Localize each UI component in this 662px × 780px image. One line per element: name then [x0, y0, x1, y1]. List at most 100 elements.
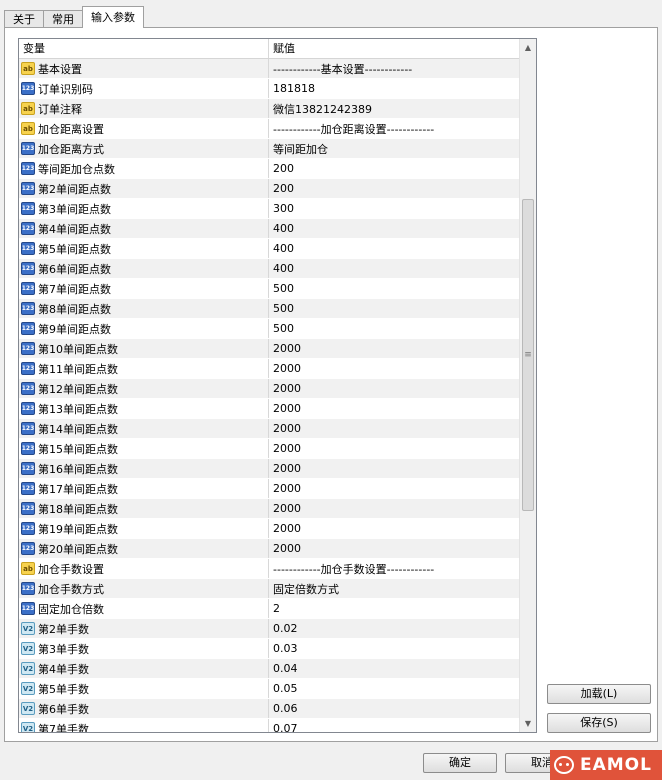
integer-type-icon: 123 [21, 582, 35, 595]
param-value-cell[interactable]: 200 [269, 179, 519, 198]
param-value-cell[interactable]: 0.02 [269, 619, 519, 638]
table-row[interactable]: 123 第12单间距点数 2000 [19, 379, 519, 399]
table-row[interactable]: 123 第10单间距点数 2000 [19, 339, 519, 359]
table-row[interactable]: 123 第5单间距点数 400 [19, 239, 519, 259]
double-type-icon: V2 [21, 702, 35, 715]
param-value-cell[interactable]: 0.04 [269, 659, 519, 678]
header-variable[interactable]: 变量 [19, 39, 269, 58]
ok-button[interactable]: 确定 [423, 753, 497, 773]
param-value-cell[interactable]: 0.07 [269, 719, 519, 732]
table-row[interactable]: 123 第14单间距点数 2000 [19, 419, 519, 439]
table-row[interactable]: ab 基本设置 ------------基本设置------------ [19, 59, 519, 79]
table-row[interactable]: ab 加仓手数设置 ------------加仓手数设置------------ [19, 559, 519, 579]
param-value-cell[interactable]: 0.06 [269, 699, 519, 718]
param-name: 第7单手数 [38, 722, 89, 733]
param-value-cell[interactable]: 400 [269, 239, 519, 258]
table-row[interactable]: V2 第2单手数 0.02 [19, 619, 519, 639]
tab-input-params[interactable]: 输入参数 [82, 6, 144, 28]
table-row[interactable]: 123 等间距加仓点数 200 [19, 159, 519, 179]
table-row[interactable]: V2 第6单手数 0.06 [19, 699, 519, 719]
param-value-cell[interactable]: 2000 [269, 359, 519, 378]
param-name: 第4单手数 [38, 662, 89, 676]
double-type-icon: V2 [21, 722, 35, 732]
integer-type-icon: 123 [21, 342, 35, 355]
param-name: 加仓手数方式 [38, 582, 104, 596]
param-name: 第19单间距点数 [38, 522, 118, 536]
table-row[interactable]: 123 第2单间距点数 200 [19, 179, 519, 199]
param-value-cell[interactable]: 2000 [269, 519, 519, 538]
param-value-cell[interactable]: 2000 [269, 539, 519, 558]
param-name-cell: V2 第3单手数 [19, 639, 269, 658]
table-row[interactable]: 123 加仓手数方式 固定倍数方式 [19, 579, 519, 599]
param-value-cell[interactable]: 400 [269, 219, 519, 238]
table-row[interactable]: V2 第3单手数 0.03 [19, 639, 519, 659]
param-value-cell[interactable]: 0.03 [269, 639, 519, 658]
param-name: 第16单间距点数 [38, 462, 118, 476]
param-name: 第17单间距点数 [38, 482, 118, 496]
table-row[interactable]: 123 第6单间距点数 400 [19, 259, 519, 279]
table-row[interactable]: V2 第4单手数 0.04 [19, 659, 519, 679]
table-row[interactable]: 123 第15单间距点数 2000 [19, 439, 519, 459]
table-row[interactable]: 123 第7单间距点数 500 [19, 279, 519, 299]
table-row[interactable]: 123 第19单间距点数 2000 [19, 519, 519, 539]
table-row[interactable]: 123 第17单间距点数 2000 [19, 479, 519, 499]
load-button[interactable]: 加载(L) [547, 684, 651, 704]
scroll-down-icon[interactable]: ▼ [520, 715, 536, 732]
table-row[interactable]: 123 加仓距离方式 等间距加仓 [19, 139, 519, 159]
table-row[interactable]: 123 第9单间距点数 500 [19, 319, 519, 339]
table-row[interactable]: ab 订单注释 微信13821242389 [19, 99, 519, 119]
table-row[interactable]: 123 固定加仓倍数 2 [19, 599, 519, 619]
tab-about[interactable]: 关于 [4, 10, 44, 28]
param-name: 第4单间距点数 [38, 222, 111, 236]
param-value-cell[interactable]: 200 [269, 159, 519, 178]
table-row[interactable]: 123 第3单间距点数 300 [19, 199, 519, 219]
param-value-cell[interactable]: 2000 [269, 499, 519, 518]
table-row[interactable]: 123 第16单间距点数 2000 [19, 459, 519, 479]
table-row[interactable]: 123 第11单间距点数 2000 [19, 359, 519, 379]
table-row[interactable]: V2 第5单手数 0.05 [19, 679, 519, 699]
param-name: 第6单手数 [38, 702, 89, 716]
header-value[interactable]: 赋值 [269, 39, 536, 58]
table-row[interactable]: 123 第4单间距点数 400 [19, 219, 519, 239]
table-row[interactable]: 123 第20单间距点数 2000 [19, 539, 519, 559]
table-row[interactable]: 123 订单识别码 181818 [19, 79, 519, 99]
save-button[interactable]: 保存(S) [547, 713, 651, 733]
scroll-thumb[interactable]: ≡ [522, 199, 534, 511]
param-value-cell[interactable]: 2 [269, 599, 519, 618]
param-value-cell[interactable]: 300 [269, 199, 519, 218]
table-row[interactable]: 123 第18单间距点数 2000 [19, 499, 519, 519]
double-type-icon: V2 [21, 642, 35, 655]
param-value-cell[interactable]: 0.05 [269, 679, 519, 698]
param-value-cell[interactable]: 微信13821242389 [269, 99, 519, 118]
param-value-cell[interactable]: 固定倍数方式 [269, 579, 519, 598]
param-value-cell[interactable]: ------------基本设置------------ [269, 59, 519, 78]
param-value-cell[interactable]: 500 [269, 299, 519, 318]
table-row[interactable]: V2 第7单手数 0.07 [19, 719, 519, 732]
param-value-cell[interactable]: 181818 [269, 79, 519, 98]
param-name-cell: 123 第4单间距点数 [19, 219, 269, 238]
param-name: 第15单间距点数 [38, 442, 118, 456]
param-name: 等间距加仓点数 [38, 162, 115, 176]
table-row[interactable]: 123 第8单间距点数 500 [19, 299, 519, 319]
param-value-cell[interactable]: 2000 [269, 399, 519, 418]
param-value-cell[interactable]: 2000 [269, 439, 519, 458]
param-name-cell: V2 第4单手数 [19, 659, 269, 678]
param-value-cell[interactable]: 500 [269, 319, 519, 338]
double-type-icon: V2 [21, 622, 35, 635]
param-value-cell[interactable]: 2000 [269, 459, 519, 478]
table-row[interactable]: 123 第13单间距点数 2000 [19, 399, 519, 419]
param-name-cell: 123 第15单间距点数 [19, 439, 269, 458]
param-value-cell[interactable]: 2000 [269, 339, 519, 358]
param-value-cell[interactable]: 2000 [269, 479, 519, 498]
table-row[interactable]: ab 加仓距离设置 ------------加仓距离设置------------ [19, 119, 519, 139]
param-value-cell[interactable]: 500 [269, 279, 519, 298]
param-value-cell[interactable]: 等间距加仓 [269, 139, 519, 158]
param-value-cell[interactable]: ------------加仓距离设置------------ [269, 119, 519, 138]
param-value-cell[interactable]: 2000 [269, 419, 519, 438]
scroll-up-icon[interactable]: ▲ [520, 39, 536, 56]
tab-common[interactable]: 常用 [43, 10, 83, 28]
param-value-cell[interactable]: 2000 [269, 379, 519, 398]
param-value-cell[interactable]: ------------加仓手数设置------------ [269, 559, 519, 578]
vertical-scrollbar[interactable]: ▲ ≡ ▼ [519, 39, 536, 732]
param-value-cell[interactable]: 400 [269, 259, 519, 278]
